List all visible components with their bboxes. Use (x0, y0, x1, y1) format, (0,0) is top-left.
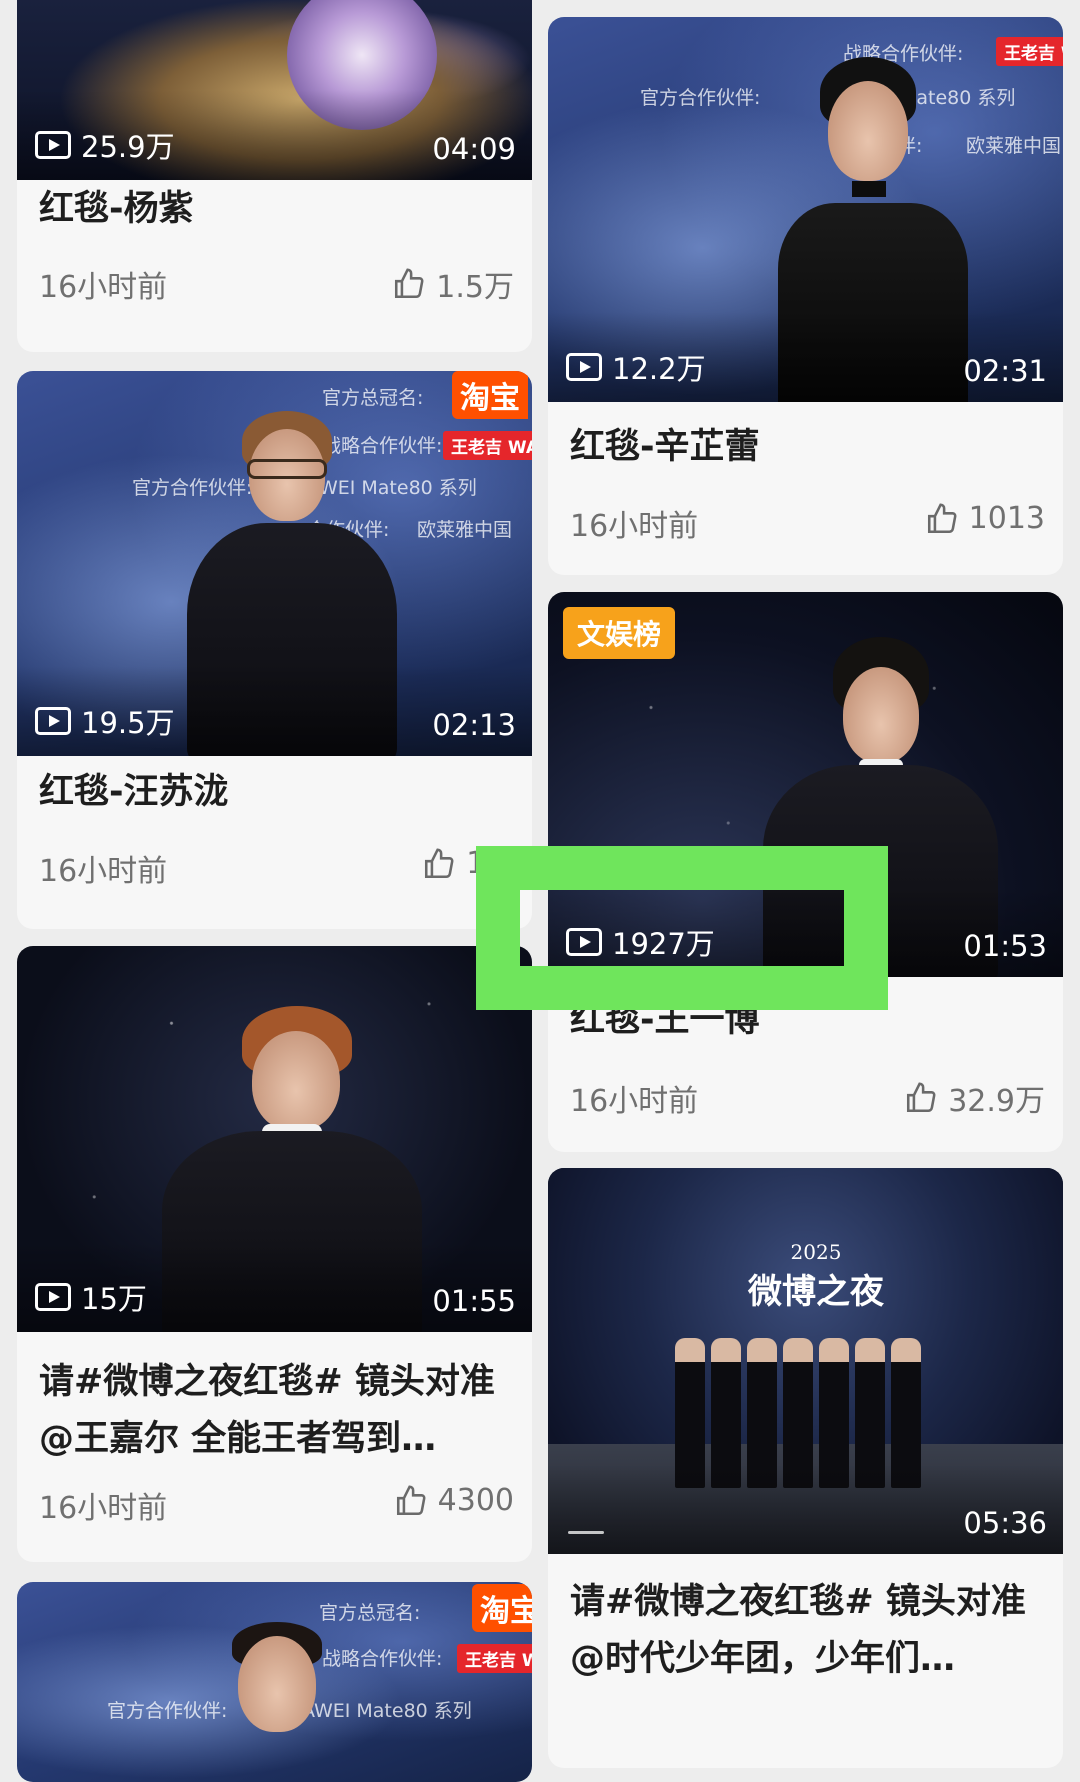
video-card-yangzi[interactable]: 25.9万 04:09 红毯-杨紫 16小时前 1.5万 (17, 0, 532, 352)
like-button[interactable]: 32.9万 (904, 1076, 1045, 1120)
sponsor-brand: 欧莱雅中国 (417, 519, 513, 541)
thumbs-up-icon (425, 848, 454, 878)
thumbs-up-icon (396, 1485, 426, 1515)
video-thumbnail[interactable]: 25.9万 04:09 (17, 0, 532, 180)
play-icon (566, 353, 602, 381)
video-card-partial[interactable]: 官方总冠名: 淘宝 战略合作伙伴: 王老吉 W 官方合作伙伴: AWEI Mat… (17, 1582, 532, 1782)
video-duration: 05:36 (963, 1506, 1047, 1540)
post-time: 16小时前 (39, 270, 168, 305)
view-count: 15万 (35, 1276, 147, 1318)
video-thumbnail[interactable]: 官方总冠名: 淘宝 战略合作伙伴: 王老吉 W 官方合作伙伴: AWEI Mat… (17, 1582, 532, 1782)
sponsor-label: 官方合作伙伴: (107, 1700, 228, 1722)
thumbs-up-icon (907, 1082, 936, 1113)
play-icon (35, 1283, 71, 1311)
video-duration: 02:13 (432, 708, 516, 742)
video-card-xinzhilei[interactable]: 战略合作伙伴: 王老吉 W 官方合作伙伴: Mate80 系列 伙伴: 欧莱雅中… (548, 17, 1063, 575)
video-title[interactable]: 请#微博之夜红毯# 镜头对准@时代少年团，少年们… (570, 1574, 1043, 1688)
like-button[interactable]: 4300 (394, 1483, 514, 1518)
taobao-logo: 淘宝 (472, 1584, 532, 1632)
person-figure (212, 1622, 362, 1782)
post-time: 16小时前 (39, 1491, 168, 1526)
video-card-wangjiaer[interactable]: 15万 01:55 请#微博之夜红毯# 镜头对准@王嘉尔 全能王者驾到… 16小… (17, 946, 532, 1562)
video-duration: 04:09 (432, 132, 516, 166)
video-duration: 01:55 (432, 1284, 516, 1318)
video-card-tnt[interactable]: 2025 微博之夜 05:36 请#微博之夜红毯# 镜头对准@时代少年团，少年们… (548, 1168, 1063, 1768)
wanglaoji-logo: 王老吉 WALO (443, 431, 532, 460)
like-button[interactable]: 1.5万 (392, 262, 514, 306)
post-time: 16小时前 (39, 854, 168, 889)
play-icon (35, 131, 71, 159)
event-logo: 2025 微博之夜 (748, 1240, 884, 1312)
sponsor-label: 官方总冠名: (322, 387, 424, 409)
play-icon (35, 707, 71, 735)
video-duration: 01:53 (963, 929, 1047, 963)
video-title[interactable]: 红毯-汪苏泷 (39, 764, 512, 821)
ranking-badge: 文娱榜 (563, 607, 676, 659)
video-title[interactable]: 红毯-杨紫 (39, 181, 512, 238)
video-thumbnail[interactable]: 2025 微博之夜 05:36 (548, 1168, 1063, 1554)
video-thumbnail[interactable]: 战略合作伙伴: 王老吉 W 官方合作伙伴: Mate80 系列 伙伴: 欧莱雅中… (548, 17, 1063, 402)
thumbs-up-icon (395, 268, 424, 299)
highlight-box (476, 846, 888, 1010)
sponsor-label: 官方总冠名: (319, 1602, 421, 1624)
taobao-logo: 淘宝 (452, 371, 528, 419)
post-time: 16小时前 (570, 509, 699, 544)
view-count: 19.5万 (35, 700, 175, 742)
video-card-wangsulong[interactable]: 官方总冠名: 淘宝 战略合作伙伴: 王老吉 WALO 官方合作伙伴: AWEI … (17, 371, 532, 929)
video-thumbnail[interactable]: 15万 01:55 (17, 946, 532, 1332)
wanglaoji-logo: 王老吉 W (996, 37, 1063, 66)
video-title[interactable]: 红毯-辛芷蕾 (570, 419, 1043, 476)
wanglaoji-logo: 王老吉 W (457, 1644, 532, 1673)
progress-bar (568, 1531, 604, 1534)
video-duration: 02:31 (963, 354, 1047, 388)
sponsor-label: 官方合作伙伴: (640, 87, 761, 109)
thumbs-up-icon (927, 503, 957, 533)
video-title[interactable]: 请#微博之夜红毯# 镜头对准@王嘉尔 全能王者驾到… (39, 1354, 512, 1468)
view-count: 12.2万 (566, 346, 706, 388)
view-count: 25.9万 (35, 124, 175, 166)
post-time: 16小时前 (570, 1084, 699, 1119)
like-button[interactable]: 1013 (925, 501, 1045, 536)
video-thumbnail[interactable]: 官方总冠名: 淘宝 战略合作伙伴: 王老吉 WALO 官方合作伙伴: AWEI … (17, 371, 532, 756)
